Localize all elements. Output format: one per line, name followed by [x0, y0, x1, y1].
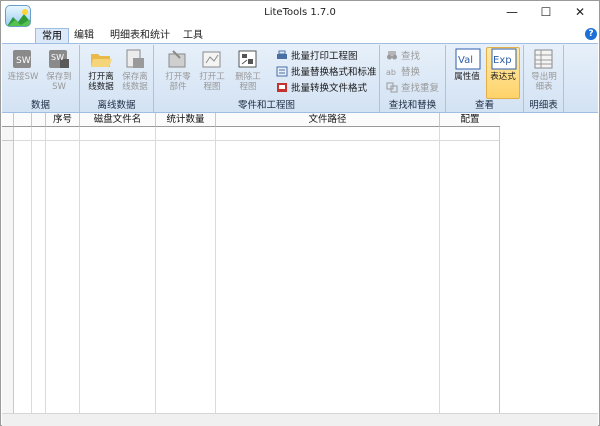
- svg-text:SW: SW: [16, 56, 31, 66]
- group-view-label: 查看: [474, 100, 494, 111]
- save-offline-button[interactable]: 保存离线数据: [119, 48, 151, 92]
- exp-icon-text: Exp: [493, 55, 512, 66]
- expression-button[interactable]: Exp 表达式: [486, 47, 520, 99]
- find-duplicate-icon: [386, 82, 398, 93]
- delete-drawing-icon: [236, 48, 260, 70]
- group-data: SW 连接SW SW 保存到SW 数据: [2, 45, 80, 112]
- batch-convert-button[interactable]: 批量转换文件格式: [276, 82, 367, 96]
- column-path: [216, 127, 440, 413]
- open-drawing-button[interactable]: 打开工程图: [196, 48, 228, 92]
- save-offline-icon: [123, 48, 147, 70]
- column-blank-1: [14, 127, 32, 413]
- replace-icon: ab: [386, 66, 398, 77]
- open-part-label: 打开零部件: [165, 72, 191, 92]
- tab-edit[interactable]: 编辑: [68, 28, 100, 44]
- file-table[interactable]: 序号 磁盘文件名 统计数量 文件路径 配置: [2, 113, 500, 413]
- column-header-path[interactable]: 文件路径: [216, 113, 440, 127]
- ribbon-panel: SW 连接SW SW 保存到SW 数据 打开离线数据 保存离线数据 离线数据 打…: [2, 43, 598, 113]
- expression-label: 表达式: [490, 72, 516, 82]
- batch-print-label: 批量打印工程图: [291, 51, 358, 62]
- val-icon-text: Val: [458, 55, 473, 66]
- group-bom: 导出明细表 明细表: [524, 45, 564, 112]
- group-offline: 打开离线数据 保存离线数据 离线数据: [80, 45, 154, 112]
- group-data-label: 数据: [30, 100, 50, 111]
- replace-button[interactable]: ab 替换: [386, 66, 420, 80]
- connect-sw-button[interactable]: SW 连接SW: [7, 48, 39, 82]
- maximize-button[interactable]: ☐: [529, 1, 563, 23]
- replace-format-icon: [276, 66, 288, 77]
- batch-replace-button[interactable]: 批量替换格式和标准: [276, 66, 377, 80]
- val-icon: Val: [455, 48, 481, 70]
- open-offline-label: 打开离线数据: [88, 72, 114, 92]
- group-find-label: 查找和替换: [388, 100, 437, 111]
- column-filename: [80, 127, 156, 413]
- column-header-blank-1: [14, 113, 32, 127]
- column-blank-2: [32, 127, 46, 413]
- save-offline-label: 保存离线数据: [122, 72, 148, 92]
- batch-replace-label: 批量替换格式和标准: [291, 67, 377, 78]
- property-value-label: 属性值: [454, 72, 480, 82]
- open-part-icon: [166, 48, 190, 70]
- tab-bom-stats[interactable]: 明细表和统计: [104, 28, 176, 44]
- group-find: 查找 ab 替换 查找重复 查找和替换: [380, 45, 446, 112]
- find-duplicate-button[interactable]: 查找重复: [386, 82, 439, 96]
- save-to-sw-icon: SW: [47, 48, 71, 70]
- open-drawing-label: 打开工程图: [199, 72, 225, 92]
- svg-text:SW: SW: [51, 53, 64, 62]
- column-header-index[interactable]: 序号: [46, 113, 80, 127]
- column-count: [156, 127, 216, 413]
- export-bom-icon: [532, 48, 556, 70]
- close-button[interactable]: ✕: [563, 1, 597, 23]
- minimize-button[interactable]: —: [495, 1, 529, 23]
- group-offline-label: 离线数据: [97, 100, 136, 111]
- svg-text:ab: ab: [386, 68, 396, 77]
- column-config: [440, 127, 500, 413]
- column-header-count[interactable]: 统计数量: [156, 113, 216, 127]
- printer-icon: [276, 50, 288, 61]
- find-label: 查找: [401, 51, 421, 62]
- delete-drawing-button[interactable]: 删除工程图: [232, 48, 264, 92]
- property-value-button[interactable]: Val 属性值: [450, 48, 484, 82]
- delete-drawing-label: 删除工程图: [235, 72, 261, 92]
- group-view: Val 属性值 Exp 表达式 查看: [446, 45, 524, 112]
- replace-label: 替换: [401, 67, 421, 78]
- tab-common[interactable]: 常用: [35, 28, 69, 44]
- column-index: [46, 127, 80, 413]
- row-header-corner: [2, 113, 14, 127]
- export-bom-label: 导出明细表: [531, 72, 557, 92]
- column-header-blank-2: [32, 113, 46, 127]
- column-header-filename[interactable]: 磁盘文件名: [80, 113, 156, 127]
- group-parts-label: 零件和工程图: [237, 100, 295, 111]
- connect-sw-label: 连接SW: [7, 72, 39, 82]
- open-offline-button[interactable]: 打开离线数据: [85, 48, 117, 92]
- app-window: LiteTools 1.7.0 — ☐ ✕ 常用 编辑 明细表和统计 工具 ? …: [0, 0, 600, 426]
- row-selector[interactable]: [2, 127, 14, 141]
- ribbon-tab-bar: 常用 编辑 明细表和统计 工具 ?: [1, 27, 599, 44]
- exp-icon: Exp: [491, 48, 517, 70]
- find-button[interactable]: 查找: [386, 50, 420, 64]
- open-drawing-icon: [200, 48, 224, 70]
- group-bom-label: 明细表: [529, 100, 558, 111]
- export-bom-button[interactable]: 导出明细表: [528, 48, 560, 92]
- table-row[interactable]: [2, 127, 499, 141]
- batch-convert-label: 批量转换文件格式: [291, 83, 368, 94]
- help-icon[interactable]: ?: [585, 28, 597, 40]
- binoculars-icon: [386, 50, 398, 61]
- convert-pdf-icon: [276, 82, 288, 93]
- column-header-config[interactable]: 配置: [440, 113, 500, 127]
- group-parts: 打开零部件 打开工程图 删除工程图 批量打印工程图 批量替换格式和标准 批量转换…: [154, 45, 380, 112]
- save-to-sw-button[interactable]: SW 保存到SW: [43, 48, 75, 92]
- save-to-sw-label: 保存到SW: [46, 72, 72, 92]
- find-duplicate-label: 查找重复: [401, 83, 440, 94]
- row-header-column: [2, 127, 14, 413]
- title-bar: LiteTools 1.7.0 — ☐ ✕: [1, 1, 599, 27]
- batch-print-button[interactable]: 批量打印工程图: [276, 50, 358, 64]
- connect-sw-icon: SW: [11, 48, 35, 70]
- folder-open-icon: [89, 48, 113, 70]
- horizontal-scrollbar[interactable]: [2, 413, 598, 426]
- open-part-button[interactable]: 打开零部件: [162, 48, 194, 92]
- tab-tools[interactable]: 工具: [177, 28, 209, 44]
